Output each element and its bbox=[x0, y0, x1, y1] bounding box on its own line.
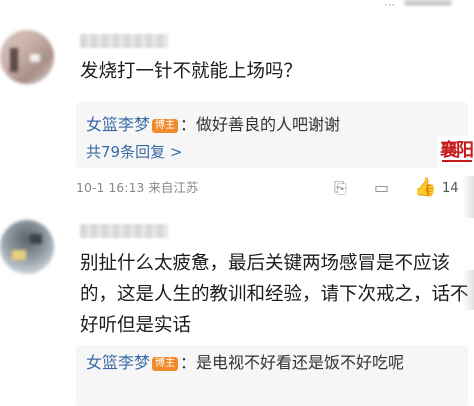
location: 来自江苏 bbox=[148, 180, 199, 195]
comment-item: 发烧打一针不就能上场吗？ 女篮李梦 博主 ：做好善良的人吧谢谢 共79条回复 > 1… bbox=[0, 18, 474, 208]
author-badge: 博主 bbox=[152, 119, 179, 133]
reply-box[interactable]: 女篮李梦 博主 ：是电视不好看还是饭不好吃呢 bbox=[76, 345, 468, 406]
more-icon[interactable]: ⋯ bbox=[384, 0, 395, 11]
watermark-text: 襄阳 bbox=[440, 140, 474, 161]
reply-author[interactable]: 女篮李梦 bbox=[86, 115, 150, 134]
more-replies-link[interactable]: 共79条回复 > bbox=[86, 142, 182, 162]
reply-line: 女篮李梦 博主 ：是电视不好看还是饭不好吃呢 bbox=[86, 351, 456, 375]
like-count: 14 bbox=[442, 181, 459, 196]
reply-text: 是电视不好看还是饭不好吃呢 bbox=[196, 353, 405, 372]
edge-shadow bbox=[462, 270, 474, 310]
avatar[interactable] bbox=[0, 220, 54, 274]
author-badge: 博主 bbox=[152, 357, 179, 371]
reply-text: 做好善良的人吧谢谢 bbox=[196, 115, 341, 134]
avatar-detail bbox=[10, 48, 18, 72]
reply-author[interactable]: 女篮李梦 bbox=[86, 353, 150, 372]
avatar-detail bbox=[12, 250, 26, 260]
comment-meta: 10-1 16:13 来自江苏 ⎘ ▭ 👍 14 bbox=[76, 178, 470, 200]
reply-box[interactable]: 女篮李梦 博主 ：做好善良的人吧谢谢 共79条回复 > bbox=[76, 102, 468, 168]
comment-text: 发烧打一针不就能上场吗？ bbox=[80, 61, 303, 82]
avatar-detail bbox=[30, 234, 42, 244]
avatar-detail bbox=[30, 54, 40, 62]
comment-item: 别扯什么太疲惫，最后关键两场感冒是不应该的，这是人生的教训和经验，请下次戒之，话… bbox=[0, 210, 474, 406]
top-bar: ⋯ bbox=[0, 0, 474, 14]
blurred-header-text bbox=[404, 0, 452, 6]
avatar[interactable] bbox=[0, 30, 54, 84]
reply-separator: ： bbox=[180, 115, 197, 134]
like-icon[interactable]: 👍 bbox=[414, 178, 436, 198]
blurred-username[interactable] bbox=[80, 34, 168, 48]
blurred-username[interactable] bbox=[80, 224, 168, 238]
share-icon[interactable]: ⎘ bbox=[334, 178, 347, 198]
timestamp: 10-1 16:13 bbox=[76, 180, 145, 195]
reply-separator: ： bbox=[180, 353, 197, 372]
comment-text: 别扯什么太疲惫，最后关键两场感冒是不应该的，这是人生的教训和经验，请下次戒之，话… bbox=[80, 253, 469, 336]
comment-icon[interactable]: ▭ bbox=[374, 178, 389, 198]
watermark-underline bbox=[442, 160, 472, 162]
watermark-logo: 襄阳 bbox=[438, 136, 474, 170]
timestamp-location: 10-1 16:13 来自江苏 bbox=[76, 178, 198, 198]
reply-line: 女篮李梦 博主 ：做好善良的人吧谢谢 bbox=[86, 114, 456, 136]
edge-shadow bbox=[462, 176, 474, 218]
